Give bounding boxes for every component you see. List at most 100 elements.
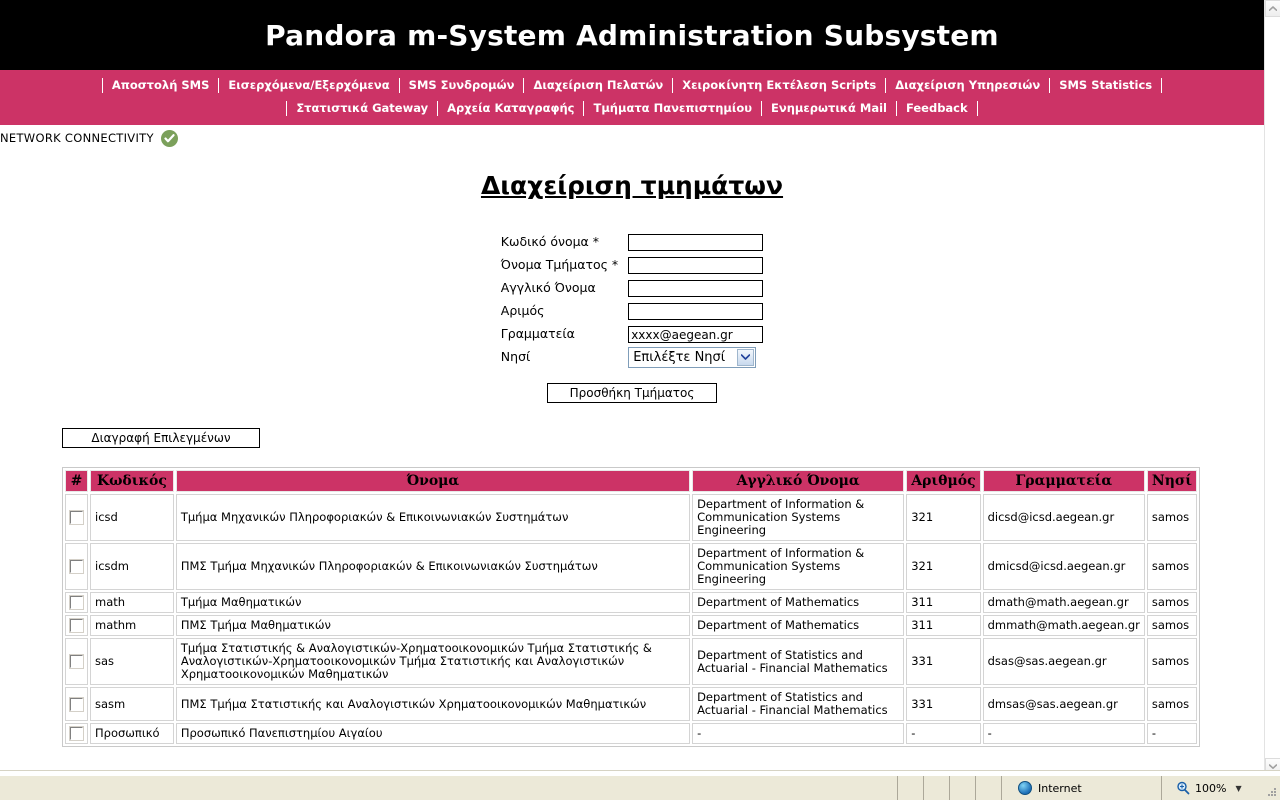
col-header-number[interactable]: Αριθμός [906,470,981,492]
cell-secretariat: dicsd@icsd.aegean.gr [982,494,1145,541]
zoom-level-label: 100% [1195,781,1227,795]
field-cell-island: Επιλέξτε Νησί [628,345,763,368]
col-header-index[interactable]: # [65,470,88,492]
code-name-input[interactable] [628,234,764,252]
row-select-cell [65,592,88,613]
cell-secretariat: dmicsd@icsd.aegean.gr [982,543,1145,590]
cell-code: math [90,592,174,613]
status-message-pane [0,776,898,800]
network-connectivity-indicator: NETWORK CONNECTIVITY [0,127,1264,149]
row-select-cell [65,638,88,685]
row-checkbox[interactable] [69,696,84,712]
browser-status-bar: Internet 100% ▼ [0,775,1280,800]
row-select-cell [65,494,88,541]
nav-item-sms-subscriptions[interactable]: SMS Συνδρομών [398,78,524,93]
island-select-value: Επιλέξτε Νησί [633,349,726,365]
chevron-down-icon[interactable] [737,348,755,366]
nav-item-send-sms[interactable]: Αποστολή SMS [101,78,219,93]
cell-english-name: Department of Mathematics [692,592,905,613]
cell-name: ΠΜΣ Τμήμα Μηχανικών Πληροφοριακών & Επικ… [175,543,691,590]
zoom-control[interactable]: 100% ▼ [1162,776,1280,800]
cell-secretariat: dsas@sas.aegean.gr [982,638,1145,685]
security-zone-label: Internet [1038,781,1082,795]
scroll-up-icon[interactable] [1265,0,1280,17]
cell-number: 311 [906,592,981,613]
cell-island: samos [1146,638,1197,685]
cell-island: - [1146,723,1197,744]
table-row: Προσωπικό Προσωπικό Πανεπιστημίου Αιγαίου… [65,723,1197,744]
status-pane-4 [976,776,1002,800]
col-header-name[interactable]: Όνομα [175,470,691,492]
secretariat-input[interactable] [628,326,764,344]
col-header-secretariat[interactable]: Γραμματεία [982,470,1145,492]
status-pane-1 [898,776,924,800]
delete-selected-button[interactable]: Διαγραφή Επιλεγμένων [62,428,260,448]
app-banner: Pandora m-System Administration Subsyste… [0,0,1264,70]
resize-grip-icon[interactable] [1266,786,1278,798]
cell-english-name: Department of Mathematics [692,615,905,636]
row-checkbox[interactable] [69,726,84,741]
row-checkbox[interactable] [69,654,84,669]
page-title-text: Διαχείριση τμημάτων [480,171,784,200]
table-row: icsd Τμήμα Μηχανικών Πληροφοριακών & Επικ… [65,494,1197,541]
cell-island: samos [1146,592,1197,613]
nav-item-university-departments[interactable]: Τμήματα Πανεπιστημίου [583,101,761,116]
col-header-english[interactable]: Αγγλικό Όνομα [692,470,905,492]
cell-code: sasm [90,687,174,721]
cell-number: 321 [906,543,981,590]
status-pane-2 [924,776,950,800]
departments-table-head: # Κωδικός Όνομα Αγγλικό Όνομα Αριθμός Γρ… [65,470,1197,492]
cell-island: samos [1146,543,1197,590]
check-circle-icon [160,129,178,147]
nav-item-manual-scripts[interactable]: Χειροκίνητη Εκτέλεση Scripts [672,78,885,93]
departments-table-wrapper: # Κωδικός Όνομα Αγγλικό Όνομα Αριθμός Γρ… [0,467,1264,747]
label-island: Νησί [500,349,531,364]
cell-english-name: Department of Statistics and Actuarial -… [692,687,905,721]
nav-item-sms-statistics[interactable]: SMS Statistics [1049,78,1163,93]
add-department-button[interactable]: Προσθήκη Τμήματος [547,383,717,403]
row-select-cell [65,723,88,744]
nav-item-feedback[interactable]: Feedback [895,101,978,116]
row-checkbox[interactable] [69,559,84,574]
main-navigation: Αποστολή SMS Εισερχόμενα/Εξερχόμενα SMS … [0,70,1264,125]
row-select-cell [65,543,88,590]
col-header-code[interactable]: Κωδικός [90,470,174,492]
security-zone-indicator[interactable]: Internet [1002,776,1162,800]
nav-item-customer-management[interactable]: Διαχείριση Πελατών [523,78,672,93]
vertical-scrollbar[interactable] [1264,0,1280,775]
table-row: mathm ΠΜΣ Τμήμα Μαθηματικών Department of … [65,615,1197,636]
cell-number: 331 [906,638,981,685]
table-row: math Τμήμα Μαθηματικών Department of Mathe… [65,592,1197,613]
cell-code: Προσωπικό [90,723,174,744]
row-checkbox[interactable] [69,618,84,633]
table-header-row: # Κωδικός Όνομα Αγγλικό Όνομα Αριθμός Γρ… [65,470,1197,492]
cell-english-name: Department of Information & Communicatio… [692,494,905,541]
nav-item-service-management[interactable]: Διαχείριση Υπηρεσιών [885,78,1049,93]
field-cell-department-name [628,253,764,276]
col-header-island[interactable]: Νησί [1146,470,1197,492]
nav-item-log-files[interactable]: Αρχεία Καταγραφής [437,101,583,116]
cell-code: icsdm [90,543,174,590]
zoom-dropdown-icon[interactable]: ▼ [1235,784,1241,793]
nav-row-secondary: Στατιστικά Gateway Αρχεία Καταγραφής Τμή… [0,97,1264,120]
nav-item-newsletter-mail[interactable]: Ενημερωτικά Mail [761,101,896,116]
row-checkbox[interactable] [69,510,84,525]
english-name-input[interactable] [628,280,764,298]
form-row-island: Νησί Επιλέξτε Νησί [501,345,763,368]
row-checkbox[interactable] [69,595,84,610]
nav-item-inbox-outbox[interactable]: Εισερχόμενα/Εξερχόμενα [218,78,398,93]
department-name-input[interactable] [628,257,764,275]
form-row-code-name: Κωδικό όνομα * [501,230,764,253]
page-title: Διαχείριση τμημάτων [0,171,1264,200]
label-department-name: Όνομα Τμήματος * [500,257,619,272]
network-connectivity-label: NETWORK CONNECTIVITY [0,131,154,145]
cell-name: Τμήμα Μαθηματικών [175,592,691,613]
nav-item-gateway-statistics[interactable]: Στατιστικά Gateway [286,101,437,116]
island-select[interactable]: Επιλέξτε Νησί [628,346,757,368]
cell-name: Τμήμα Μηχανικών Πληροφοριακών & Επικοινω… [175,494,691,541]
label-english-name: Αγγλικό Όνομα [500,280,596,295]
cell-number: 311 [906,615,981,636]
field-cell-number [628,299,764,322]
number-input[interactable] [628,303,764,321]
cell-secretariat: dmath@math.aegean.gr [982,592,1145,613]
